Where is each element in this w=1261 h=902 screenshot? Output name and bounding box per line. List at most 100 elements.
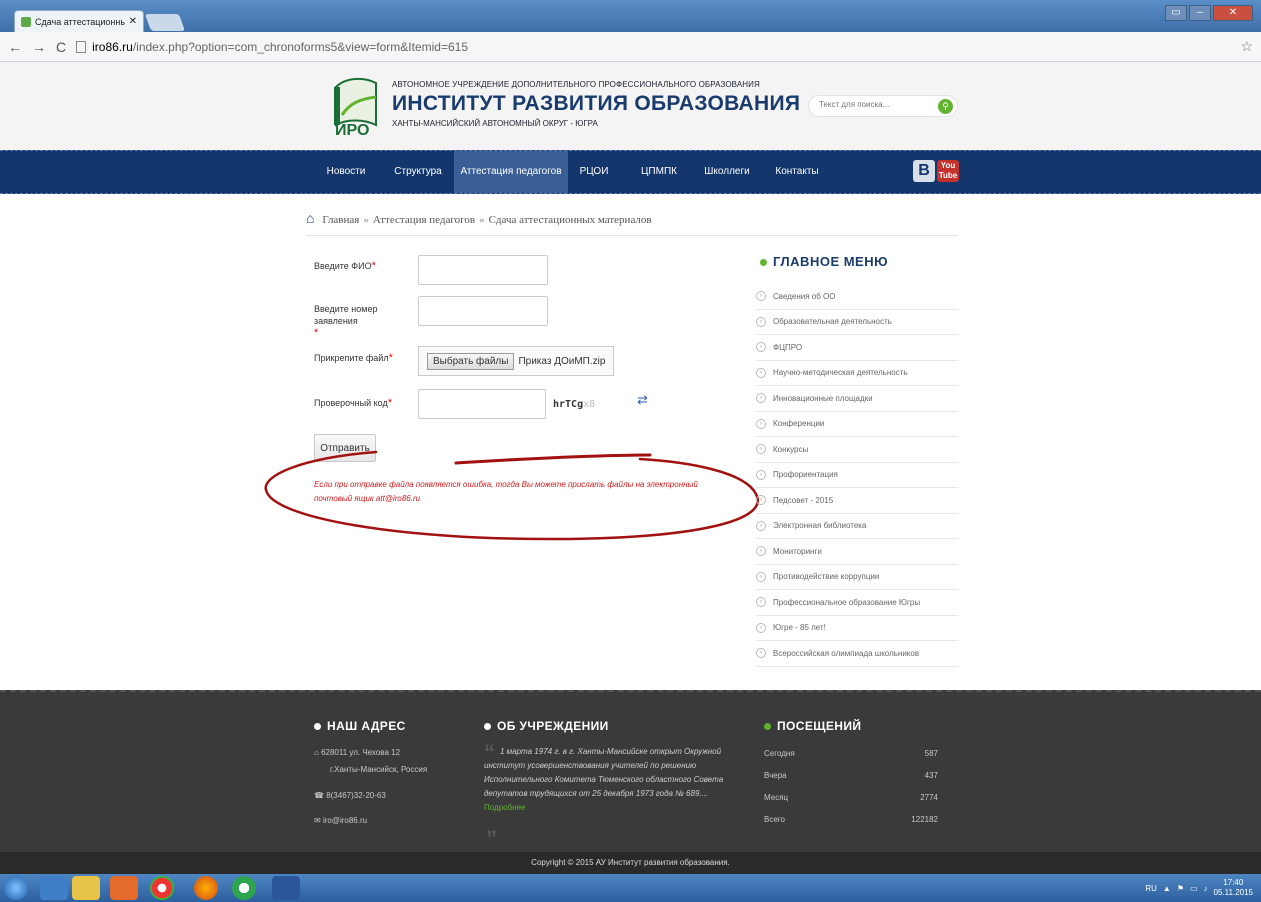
sidebar-item-label: Конференции xyxy=(773,419,825,429)
footer-address: ⌂ 628011 ул. Чехова 12 xyxy=(314,748,400,757)
word-icon[interactable] xyxy=(272,876,300,900)
url-path: /index.php?option=com_chronoforms5&view=… xyxy=(132,39,469,54)
fio-input[interactable] xyxy=(418,255,548,285)
sidebar-item-label: Конкурсы xyxy=(773,444,809,454)
submit-button[interactable]: Отправить xyxy=(314,434,376,462)
network-icon[interactable]: ▭ xyxy=(1190,884,1198,893)
nav-item-contacts[interactable]: Контакты xyxy=(770,151,824,193)
breadcrumb: ⌂ Главная » Аттестация педагогов » Сдача… xyxy=(306,213,958,236)
sidebar-item[interactable]: › Профориентация xyxy=(756,463,958,488)
home-icon[interactable]: ⌂ xyxy=(306,213,314,227)
sidebar-menu: › Сведения об ОО › Образовательная деятель… xyxy=(756,284,958,667)
tab-close-icon[interactable]: ✕ xyxy=(129,16,137,27)
breadcrumb-attestation[interactable]: Аттестация педагогов xyxy=(373,214,475,226)
sidebar-item[interactable]: › Образовательная деятельность xyxy=(756,310,958,335)
chrome-icon[interactable] xyxy=(150,876,174,900)
visits-label: Сегодня xyxy=(764,749,795,758)
new-tab-button[interactable] xyxy=(144,14,186,31)
sidebar-item[interactable]: › Всероссийская олимпиада школьников xyxy=(756,641,958,667)
sidebar-item-label: Противодействие коррупции xyxy=(773,572,880,582)
sidebar-item[interactable]: › Инновационные площадки xyxy=(756,386,958,412)
sidebar-item[interactable]: › Конкурсы xyxy=(756,437,958,463)
browser-tab[interactable]: Сдача аттестационных м ✕ xyxy=(14,10,144,32)
sidebar-item[interactable]: › ФЦПРО xyxy=(756,335,958,361)
nav-item-cpmpk[interactable]: ЦПМПК xyxy=(636,151,682,193)
captcha-input[interactable] xyxy=(418,389,546,419)
sidebar-item[interactable]: › Мониторинги xyxy=(756,539,958,565)
sidebar-item-label: Сведения об ОО xyxy=(773,291,836,301)
copyright: Copyright © 2015 АУ Институт развития об… xyxy=(0,852,1261,874)
nav-item-structure[interactable]: Структура xyxy=(388,151,448,193)
start-button-icon[interactable] xyxy=(4,876,28,900)
bullet-dot-icon xyxy=(484,723,491,730)
sidebar-item[interactable]: › Педсовет - 2015 xyxy=(756,488,958,514)
captcha-image: hrTCgx8 xyxy=(553,399,595,410)
window-controls: ▭ – ✕ xyxy=(1165,5,1253,21)
email-text[interactable]: iro@iro86.ru xyxy=(323,816,367,825)
breadcrumb-home[interactable]: Главная xyxy=(322,214,359,226)
chevron-right-icon: › xyxy=(756,571,766,582)
clock-time: 17:40 xyxy=(1223,878,1244,887)
sidebar-item[interactable]: › Электронная библиотека xyxy=(756,514,958,539)
window-close-icon[interactable]: ✕ xyxy=(1213,5,1253,21)
nav-item-attestation[interactable]: Аттестация педагогов xyxy=(454,151,568,193)
sidebar-item[interactable]: › Научно-методическая деятельность xyxy=(756,361,958,386)
forward-icon[interactable]: → xyxy=(32,39,46,55)
back-icon[interactable]: ← xyxy=(8,39,22,55)
url-host: iro86.ru xyxy=(92,39,133,54)
tray-arrow-icon[interactable]: ▲ xyxy=(1163,884,1171,893)
chevron-right-icon: › xyxy=(756,520,766,531)
bookmark-star-icon[interactable]: ☆ xyxy=(1240,38,1253,55)
explorer-icon[interactable] xyxy=(72,876,100,900)
sidebar-item-label: Инновационные площадки xyxy=(773,393,873,403)
window-restore-icon[interactable]: ▭ xyxy=(1165,5,1187,21)
mail-agent-icon[interactable] xyxy=(232,876,256,900)
media-icon[interactable] xyxy=(110,876,138,900)
sidebar-item-label: Научно-методическая деятельность xyxy=(773,368,908,378)
tab-title: Сдача аттестационных м xyxy=(35,16,125,27)
sidebar-item-label: Югре - 85 лет! xyxy=(773,623,826,633)
required-mark: * xyxy=(387,397,393,409)
visits-row: Вчера 437 xyxy=(764,771,938,780)
search-input[interactable] xyxy=(819,100,929,109)
sidebar-item[interactable]: › Противодействие коррупции xyxy=(756,565,958,590)
captcha-label: Проверочный код* xyxy=(314,397,392,409)
about-text: 1 марта 1974 г. в г. Ханты-Мансийске отк… xyxy=(484,747,724,798)
sidebar-item[interactable]: › Конференции xyxy=(756,412,958,437)
search-icon[interactable]: ⚲ xyxy=(938,99,953,114)
vk-icon[interactable]: B xyxy=(913,160,935,182)
sidebar-item-label: Электронная библиотека xyxy=(773,521,867,531)
visits-row: Сегодня 587 xyxy=(764,749,938,758)
flag-icon[interactable]: ⚑ xyxy=(1177,884,1184,893)
reload-icon[interactable]: C xyxy=(56,39,66,55)
chevron-right-icon: › xyxy=(756,622,766,633)
page-icon xyxy=(76,40,87,53)
sidebar-item[interactable]: › Профессиональное образование Югры xyxy=(756,590,958,616)
favicon-icon xyxy=(21,16,31,27)
visits-label: Всего xyxy=(764,815,785,824)
chevron-right-icon: › xyxy=(756,367,766,378)
refresh-captcha-icon[interactable]: ⇄ xyxy=(637,392,648,408)
nav-item-rcoi[interactable]: РЦОИ xyxy=(576,151,612,193)
nav-item-news[interactable]: Новости xyxy=(316,151,376,193)
youtube-icon[interactable]: You Tube xyxy=(937,160,959,182)
nav-item-shkollegi[interactable]: Школлеги xyxy=(702,151,752,193)
breadcrumb-separator: » xyxy=(363,214,369,226)
breadcrumb-separator: » xyxy=(479,214,485,226)
application-number-input[interactable] xyxy=(418,296,548,326)
url-field[interactable]: iro86.ru /index.php?option=com_chronofor… xyxy=(76,36,1230,58)
firefox-icon[interactable] xyxy=(194,876,218,900)
sidebar-item[interactable]: › Сведения об ОО xyxy=(756,284,958,310)
sidebar-item[interactable]: › Югре - 85 лет! xyxy=(756,616,958,641)
language-indicator[interactable]: RU xyxy=(1145,884,1157,893)
clock[interactable]: 17:40 05.11.2015 xyxy=(1214,878,1253,898)
chevron-right-icon: › xyxy=(756,316,766,327)
ie-icon[interactable] xyxy=(40,876,68,900)
site-header: ИРО АВТОНОМНОЕ УЧРЕЖДЕНИЕ ДОПОЛНИТЕЛЬНОГ… xyxy=(0,62,1261,150)
window-minimize-icon[interactable]: – xyxy=(1189,5,1211,21)
footer-about-text: 1 марта 1974 г. в г. Ханты-Мансийске отк… xyxy=(484,745,724,815)
choose-files-button[interactable]: Выбрать файлы xyxy=(427,352,515,370)
youtube-label-top: You xyxy=(940,161,956,170)
about-more-link[interactable]: Подробнее xyxy=(484,803,526,812)
volume-icon[interactable]: ♪ xyxy=(1204,884,1208,893)
